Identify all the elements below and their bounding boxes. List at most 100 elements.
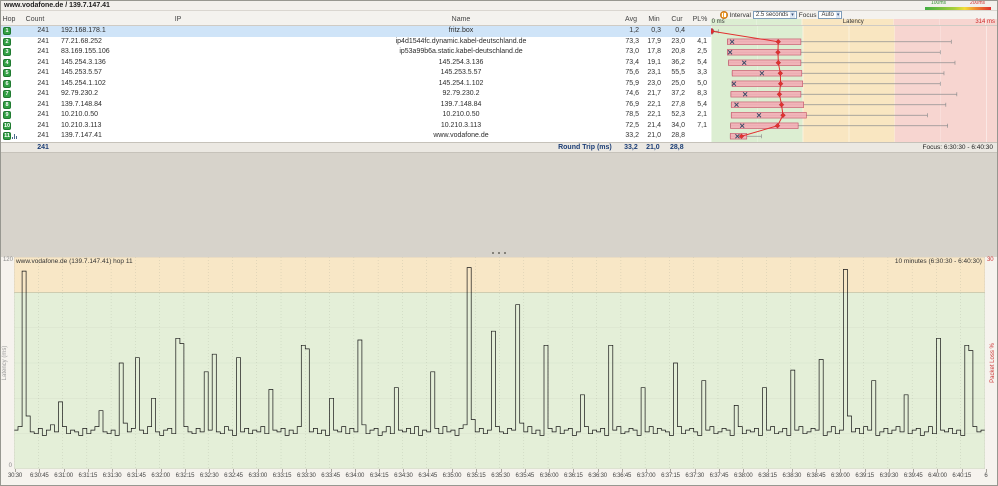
hop-row[interactable]: 4 241 145.254.3.136 145.254.3.136 73,4 19,1 36… [1,58,711,69]
hop-count: 241 [37,132,49,139]
hop-avg: 76,9 [625,100,639,108]
x-axis-tick [354,469,356,472]
hop-cell: 10 [1,121,17,132]
hop-min: 21,4 [647,121,661,129]
column-header-name[interactable]: Name [303,16,619,24]
hop-loss: 3,3 [697,69,707,76]
hop-cell: 11 [1,131,17,142]
x-axis-label: 6:35:15 [466,473,486,479]
hop-row[interactable]: 11 241 139.7.147.41 www.vodafone.de 33,2 21,0… [1,131,711,142]
titlebar: www.vodafone.de / 139.7.147.41 100ms 200… [1,1,997,11]
hop-count: 241 [37,58,49,66]
hop-row[interactable]: 2 241 77.21.68.252 ip4d1544fc.dynamic.kabel… [1,37,711,48]
hop-avg: 1,2 [629,27,639,34]
focus-select[interactable]: Auto ▾ [818,11,843,19]
legend-label-100ms: 100ms [931,0,947,6]
x-axis-label: 6:35:45 [515,473,535,479]
hop-avg: 75,6 [625,69,639,76]
x-axis-tick [840,469,842,472]
x-axis-label: 6:32:15 [175,473,195,479]
hop-number-badge: 8 [3,100,11,109]
x-axis-tick [330,469,332,472]
x-axis-tick [791,469,793,472]
hop-row[interactable]: 6 241 145.254.1.102 145.254.1.102 75,9 23,0 25… [1,79,711,90]
x-axis-tick [961,469,963,472]
x-axis-tick [573,469,575,472]
hop-name: fritz.box [448,27,474,34]
x-axis-tick [986,469,987,472]
interval-value: 2.5 seconds [755,12,789,18]
hop-row[interactable]: 1 241 192.168.178.1 fritz.box 1,2 0,3 0,4 [1,26,711,37]
timeline-plot[interactable]: www.vodafone.de (139.7.147.41) hop 11 10… [13,256,986,470]
column-header-count[interactable]: Count [17,16,53,24]
latency-gradient-bar [925,7,991,10]
hop-row[interactable]: 9 241 10.210.0.50 10.210.0.50 78,5 22,1 52,3 2,… [1,110,711,121]
focus-range-label: Focus: 6:30:30 - 6:40:30 [922,144,994,151]
x-axis-label: 6:31:15 [78,473,98,479]
hop-row[interactable]: 7 241 92.79.230.2 92.79.230.2 74,6 21,7 37,2 8,… [1,89,711,100]
hop-row[interactable]: 10 241 10.210.3.113 10.210.3.113 72,5 21,4 34,… [1,121,711,132]
x-axis-tick [451,469,453,472]
hop-ip: 77.21.68.252 [61,37,102,45]
x-axis-tick [282,469,284,472]
column-header-cur[interactable]: Cur [665,16,689,24]
round-trip-label: Round Trip (ms) [558,144,612,151]
x-axis-tick [670,469,672,472]
hop-name: www.vodafone.de [433,132,489,139]
hop-row[interactable]: 8 241 139.7.148.84 139.7.148.84 76,9 22,1 27,8… [1,100,711,111]
x-axis-label: 6:36:00 [539,473,559,479]
hop-name: ip53a99b6a.static.kabel-deutschland.de [399,48,523,55]
hop-ip: 92.79.230.2 [61,90,98,97]
summary-ip-cell [53,143,303,152]
pane-splitter[interactable] [1,248,997,257]
hop-cell: 7 [1,89,17,100]
x-axis-label: 6:37:30 [685,473,704,479]
x-axis-tick [621,469,623,472]
column-header-pl[interactable]: PL% [689,16,711,24]
column-header-ip[interactable]: IP [53,16,303,24]
hop-row[interactable]: 5 241 145.253.5.57 145.253.5.57 75,6 23,1 55,5… [1,68,711,79]
hop-latency-graph[interactable] [711,26,997,142]
hop-ip: 192.168.178.1 [61,27,106,34]
hop-min: 22,1 [647,111,661,118]
y-axis-max: 120 [2,257,13,263]
column-header-hop[interactable]: Hop [1,16,17,24]
x-axis-label: 6:39:00 [831,473,850,479]
y-axis-label: Latency (ms) [2,345,8,381]
interval-select[interactable]: 2.5 seconds ▾ [752,11,797,19]
hop-avg: 72,5 [625,121,639,129]
column-header-avg[interactable]: Avg [619,16,643,24]
x-axis-tick [694,469,696,472]
y2-axis-label: Packet Loss % [990,343,996,383]
x-axis-tick [888,469,890,472]
hop-count: 241 [37,111,49,118]
x-axis-tick [209,469,211,472]
hop-count: 241 [37,100,49,108]
x-axis-tick [160,469,162,472]
y2-axis-max: 30 [986,257,994,263]
hop-loss: 7,1 [697,121,707,129]
round-trip-summary-row: 241 Round Trip (ms) 33,2 21,0 28,8 Focus… [1,142,997,153]
x-axis-tick [549,469,551,472]
hop-avg: 73,3 [625,37,639,45]
hop-min: 17,8 [647,48,661,55]
pingplotter-window: www.vodafone.de / 139.7.147.41 100ms 200… [0,0,998,486]
column-header-min[interactable]: Min [643,16,665,24]
x-axis-label: 6:32:00 [151,473,170,479]
hop-row[interactable]: 3 241 83.169.155.106 ip53a99b6a.static.kabe… [1,47,711,58]
x-axis-label: 6:40:00 [928,473,947,479]
x-axis-tick [937,469,939,472]
x-axis-tick [87,469,89,472]
hop-name: 10.210.3.113 [440,121,482,129]
hop-name: 139.7.148.84 [440,100,482,108]
hop-number-badge: 9 [3,111,11,120]
x-axis-label: 6:31:30 [102,473,122,479]
x-axis-tick [403,469,405,472]
hop-min: 22,1 [647,100,661,108]
hop-cur: 36,2 [671,58,685,66]
pause-button[interactable] [719,11,728,19]
hop-number-badge: 7 [3,90,11,99]
hop-min: 21,7 [647,90,661,97]
hop-cur: 52,3 [671,111,685,118]
hop-min: 0,3 [651,27,661,34]
